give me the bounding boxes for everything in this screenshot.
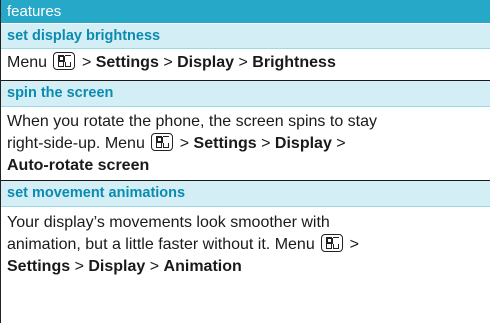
body-line: Your display’s movements look smoother w… (7, 214, 330, 231)
section-body-spin: When you rotate the phone, the screen sp… (1, 111, 490, 181)
separator: > (74, 258, 84, 275)
path-settings: Settings (193, 135, 257, 152)
path-auto-rotate: Auto-rotate screen (7, 157, 150, 174)
section-title-spin: spin the screen (1, 81, 490, 106)
body-text: animation, but a little faster without i… (7, 236, 315, 253)
divider (1, 106, 490, 107)
body-line: Auto-rotate screen (7, 155, 490, 177)
header-label: features (7, 3, 62, 20)
body-line: animation, but a little faster without i… (7, 234, 490, 256)
divider (1, 48, 490, 49)
path-animation: Animation (163, 258, 242, 275)
path-settings: Settings (7, 258, 71, 275)
path-settings: Settings (95, 54, 159, 71)
section-title-text: set movement animations (7, 185, 186, 201)
menu-text: Menu (7, 54, 48, 71)
separator: > (179, 135, 190, 152)
body-text: right-side-up. Menu (7, 135, 145, 152)
menu-key-icon (321, 234, 344, 252)
menu-key-icon (151, 133, 174, 151)
body-line: right-side-up. Menu > Settings > Display… (7, 133, 490, 155)
section-title-brightness: set display brightness (1, 24, 490, 48)
section-title-animations: set movement animations (1, 181, 490, 206)
table-header: features (1, 0, 490, 23)
separator: > (261, 135, 271, 152)
separator: > (81, 54, 92, 71)
divider (1, 206, 490, 207)
body-line: Settings > Display > Animation (7, 256, 490, 278)
separator: > (336, 135, 346, 152)
path-display: Display (177, 54, 235, 71)
features-table: features set display brightness Menu > S… (0, 0, 491, 323)
body-line: When you rotate the phone, the screen sp… (7, 113, 377, 130)
menu-key-icon (53, 52, 76, 70)
section-title-text: spin the screen (7, 85, 114, 101)
separator: > (149, 258, 160, 275)
section-body-brightness: Menu > Settings > Display > Brightness (1, 52, 490, 78)
path-brightness: Brightness (252, 54, 336, 71)
separator: > (238, 54, 248, 71)
separator: > (163, 54, 173, 71)
section-title-text: set display brightness (7, 28, 161, 44)
table-frame: features set display brightness Menu > S… (0, 0, 490, 323)
path-display: Display (88, 258, 146, 275)
separator: > (349, 236, 359, 253)
section-body-animations: Your display’s movements look smoother w… (1, 212, 490, 323)
path-display: Display (274, 135, 332, 152)
